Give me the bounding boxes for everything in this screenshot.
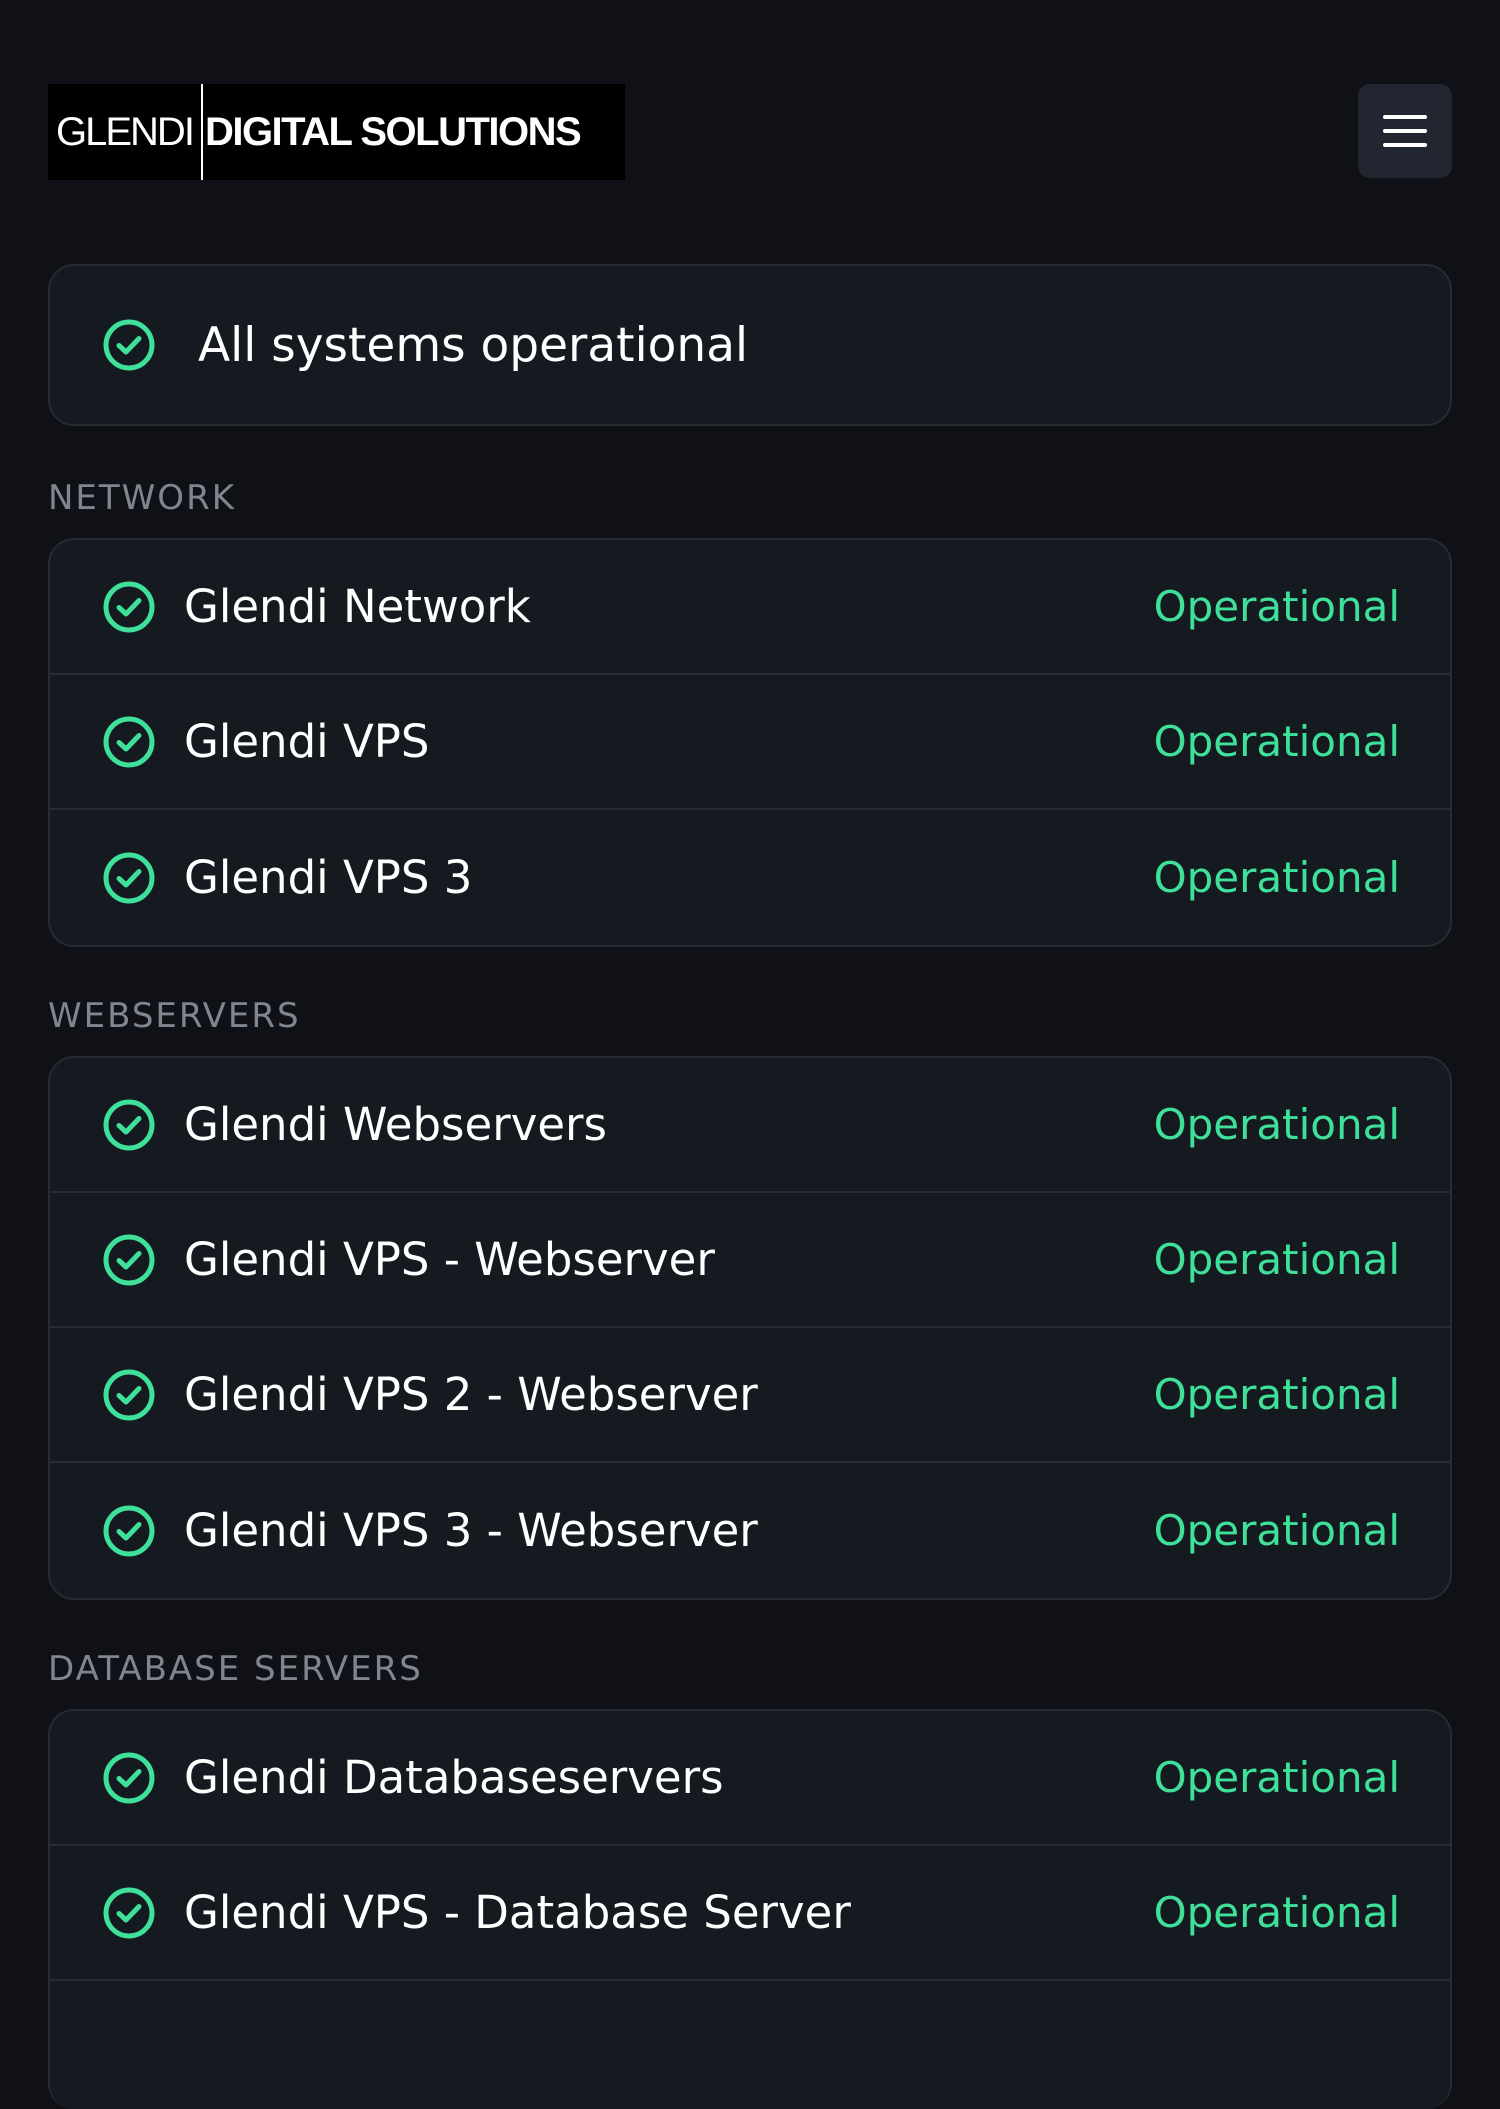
brand-logo[interactable]: GLENDI DIGITAL SOLUTIONS [48, 84, 625, 180]
service-row[interactable]: Glendi VPS - Webserver Operational [50, 1193, 1450, 1328]
check-circle-icon [103, 852, 155, 903]
service-name: Glendi Databaseservers [184, 1751, 724, 1804]
check-circle-icon [103, 1099, 155, 1150]
header: GLENDI DIGITAL SOLUTIONS [48, 84, 1452, 180]
check-circle-icon [103, 581, 155, 632]
service-name: Glendi Network [184, 580, 531, 633]
service-status: Operational [1153, 1888, 1400, 1937]
logo-text-glendi: GLENDI [48, 84, 203, 180]
service-name: Glendi VPS [184, 715, 430, 768]
hamburger-menu-icon [1383, 115, 1427, 147]
overall-status-text: All systems operational [198, 317, 749, 373]
service-name: Glendi VPS 3 - Webserver [184, 1504, 758, 1557]
service-status: Operational [1153, 1506, 1400, 1555]
service-row[interactable]: Glendi VPS - Database Server Operational [50, 1846, 1450, 1981]
service-row[interactable]: Glendi Network Operational [50, 540, 1450, 675]
service-status: Operational [1153, 853, 1400, 902]
service-group-database-servers: Glendi Databaseservers Operational Glend… [48, 1709, 1452, 2109]
check-circle-icon [103, 319, 155, 371]
overall-status-banner: All systems operational [48, 264, 1452, 426]
service-row[interactable]: Glendi Webservers Operational [50, 1058, 1450, 1193]
service-group-webservers: Glendi Webservers Operational Glendi VPS… [48, 1056, 1452, 1600]
service-row[interactable]: Glendi Databaseservers Operational [50, 1711, 1450, 1846]
section-title-network: NETWORK [48, 478, 236, 518]
service-name: Glendi VPS - Database Server [184, 1886, 851, 1939]
service-status: Operational [1153, 1235, 1400, 1284]
service-row[interactable]: Glendi VPS 2 - Webserver Operational [50, 1328, 1450, 1463]
service-status: Operational [1153, 717, 1400, 766]
service-status: Operational [1153, 1100, 1400, 1149]
service-name: Glendi Webservers [184, 1098, 607, 1151]
service-name: Glendi VPS 2 - Webserver [184, 1368, 758, 1421]
menu-button[interactable] [1358, 84, 1452, 178]
check-circle-icon [103, 1752, 155, 1803]
check-circle-icon [103, 716, 155, 767]
service-row[interactable]: Glendi VPS 3 - Webserver Operational [50, 1463, 1450, 1598]
check-circle-icon [103, 1234, 155, 1285]
check-circle-icon [103, 1505, 155, 1556]
service-group-network: Glendi Network Operational Glendi VPS Op… [48, 538, 1452, 947]
service-status: Operational [1153, 1370, 1400, 1419]
check-circle-icon [103, 1369, 155, 1420]
section-title-database-servers: DATABASE SERVERS [48, 1649, 423, 1689]
logo-text-digital-solutions: DIGITAL SOLUTIONS [204, 109, 582, 154]
service-name: Glendi VPS 3 [184, 851, 473, 904]
section-title-webservers: WEBSERVERS [48, 996, 301, 1036]
service-row[interactable]: Glendi VPS Operational [50, 675, 1450, 810]
service-name: Glendi VPS - Webserver [184, 1233, 715, 1286]
check-circle-icon [103, 1887, 155, 1938]
service-status: Operational [1153, 1753, 1400, 1802]
service-row[interactable]: Glendi VPS 3 Operational [50, 810, 1450, 945]
service-status: Operational [1153, 582, 1400, 631]
